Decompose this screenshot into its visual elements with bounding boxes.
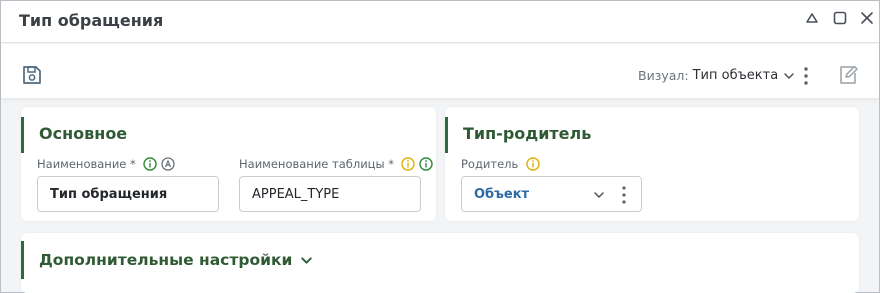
- chevron-down-icon[interactable]: [300, 254, 313, 267]
- edit-icon[interactable]: [837, 64, 859, 86]
- visual-label: Визуал:: [638, 68, 689, 83]
- extra-settings-card: Дополнительные настройки: [21, 233, 859, 293]
- title-bar: Тип обращения: [1, 1, 879, 43]
- section-accent-bar: [21, 117, 24, 153]
- parent-section-card: Тип-родитель Родитель Объект: [445, 107, 859, 221]
- more-menu-icon[interactable]: [620, 185, 628, 205]
- table-name-input[interactable]: APPEAL_TYPE: [239, 176, 421, 212]
- extra-settings-toggle[interactable]: Дополнительные настройки: [39, 251, 313, 269]
- autotranslate-icon[interactable]: [161, 157, 175, 171]
- more-menu-icon[interactable]: [799, 66, 813, 86]
- info-icon[interactable]: [143, 157, 157, 171]
- parent-field-label-row: Родитель: [461, 157, 541, 171]
- visual-value[interactable]: Тип объекта: [693, 68, 779, 83]
- parent-field-label: Родитель: [461, 157, 519, 171]
- warning-info-icon[interactable]: [401, 157, 415, 171]
- table-field-label: Наименование таблицы *: [239, 157, 394, 171]
- visual-selector[interactable]: Визуал: Тип объекта: [638, 68, 795, 83]
- close-icon[interactable]: [858, 9, 876, 27]
- section-accent-bar: [445, 117, 448, 153]
- chevron-down-icon[interactable]: [783, 70, 795, 82]
- extra-settings-title: Дополнительные настройки: [39, 251, 293, 269]
- info-icon[interactable]: [419, 157, 433, 171]
- main-section-card: Основное Наименование * Тип обращения На…: [21, 107, 436, 221]
- section-accent-bar: [21, 241, 24, 279]
- collapse-icon[interactable]: [803, 9, 821, 27]
- maximize-icon[interactable]: [831, 9, 849, 27]
- window-title: Тип обращения: [19, 11, 164, 30]
- parent-select[interactable]: Объект: [461, 176, 642, 212]
- toolbar: Визуал: Тип объекта: [1, 44, 879, 98]
- name-input[interactable]: Тип обращения: [37, 176, 219, 212]
- parent-select-value[interactable]: Объект: [474, 187, 529, 202]
- dialog-window: Тип обращения Визуал: Тип объекта Основн…: [0, 0, 880, 293]
- main-section-title: Основное: [39, 124, 128, 143]
- name-field-label: Наименование *: [37, 157, 136, 171]
- save-icon[interactable]: [21, 64, 45, 88]
- chevron-down-icon[interactable]: [593, 189, 605, 201]
- parent-section-title: Тип-родитель: [463, 124, 592, 143]
- name-field-label-row: Наименование *: [37, 157, 175, 171]
- table-field-label-row: Наименование таблицы *: [239, 157, 433, 171]
- warning-info-icon[interactable]: [526, 157, 541, 171]
